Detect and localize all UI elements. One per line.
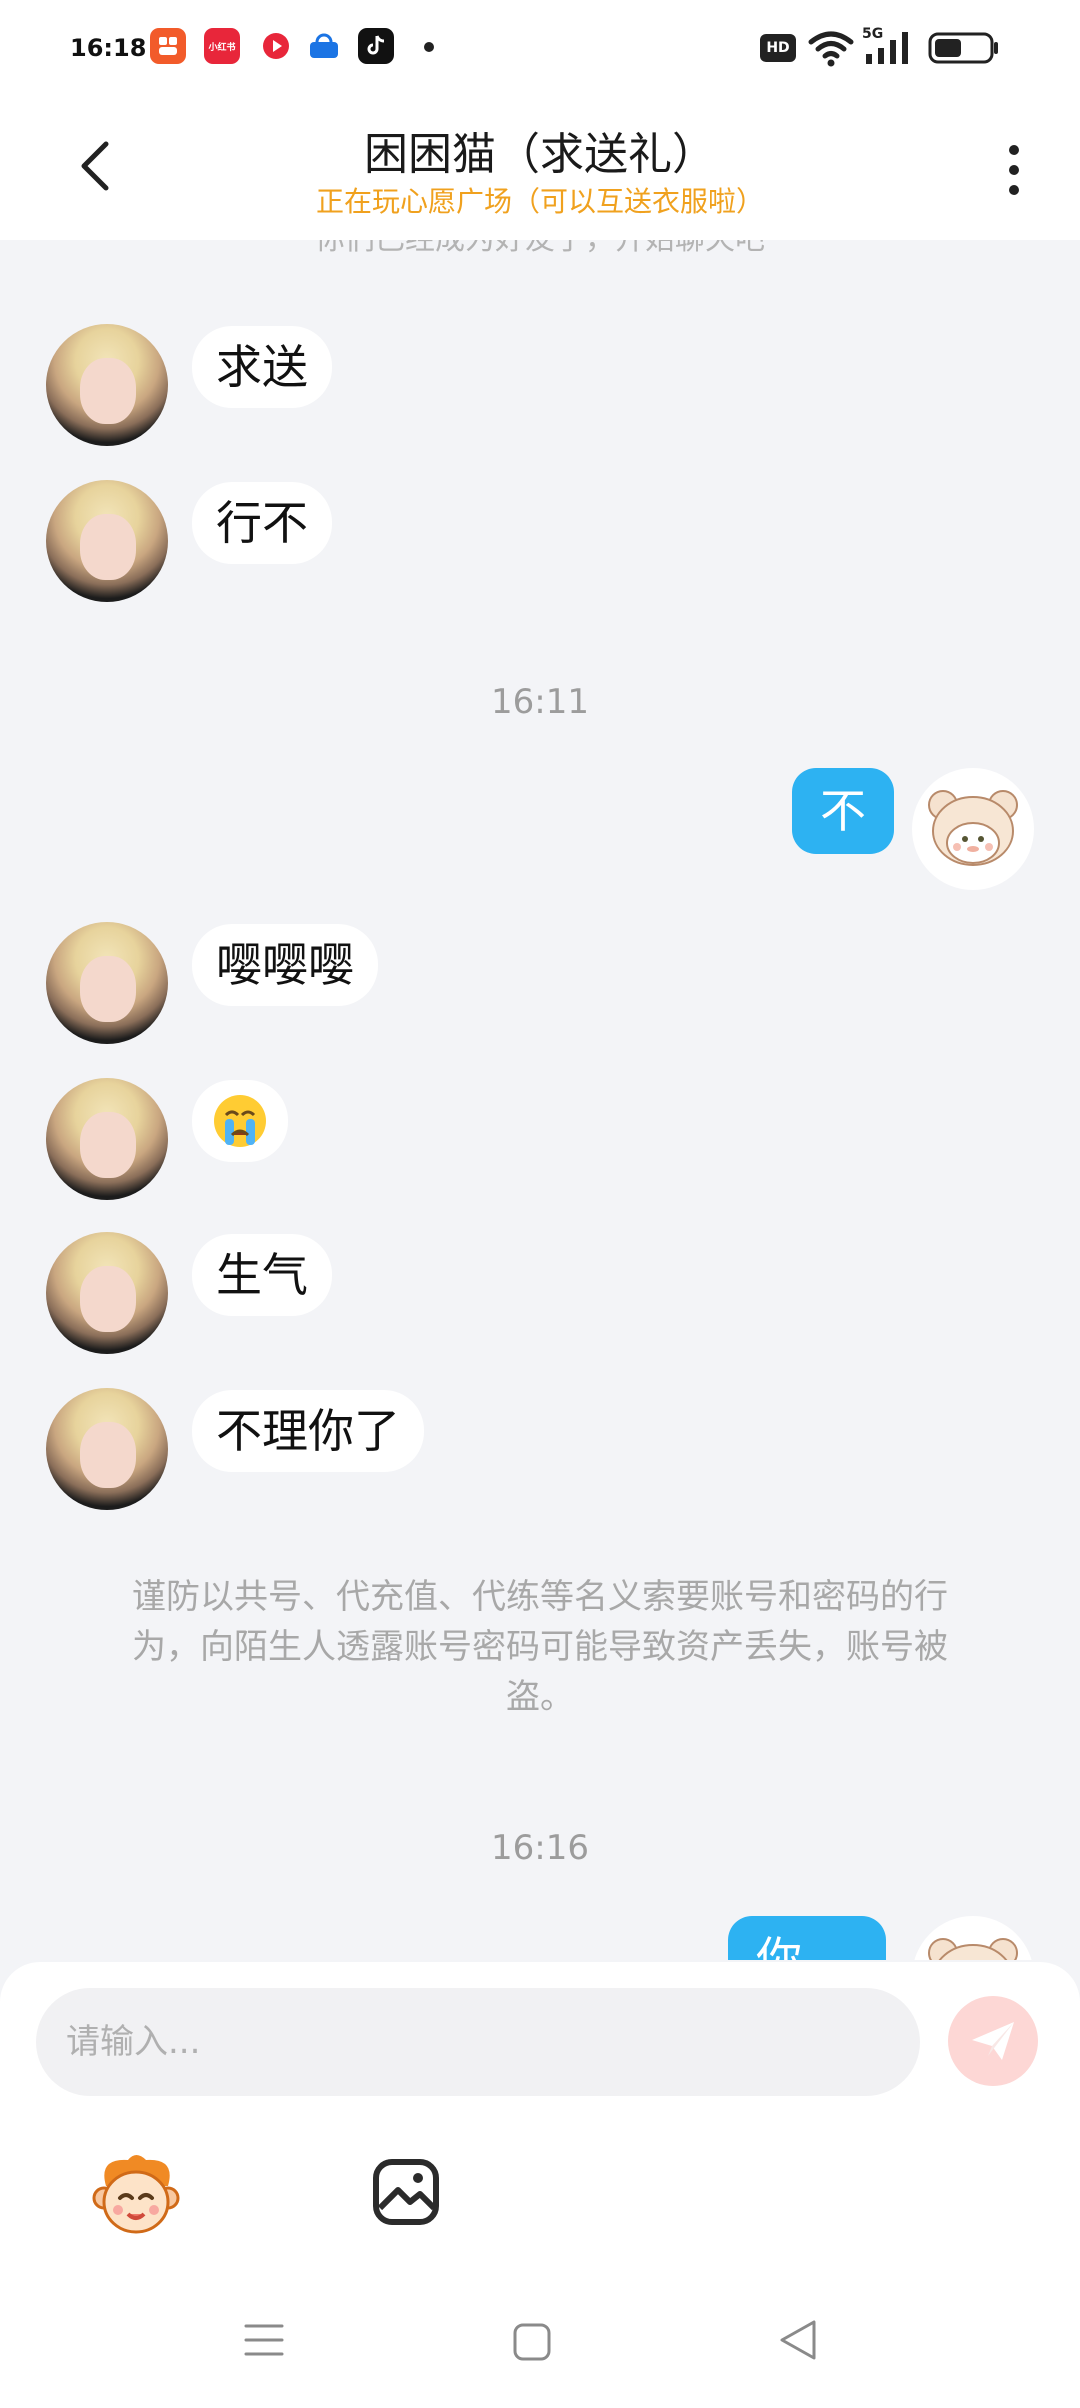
message-bubble-incoming[interactable]: 不理你了 <box>192 1390 424 1472</box>
kuaishou-app-icon <box>150 28 186 64</box>
contact-avatar[interactable] <box>46 1388 168 1510</box>
contact-avatar[interactable] <box>46 1232 168 1354</box>
image-icon <box>373 2159 439 2225</box>
more-options-icon[interactable] <box>996 140 1032 200</box>
xiaohongshu-label: 小红书 <box>208 42 236 53</box>
notification-dot <box>424 42 434 52</box>
nav-home-icon[interactable] <box>512 2322 552 2362</box>
paper-plane-icon <box>972 2022 1014 2060</box>
image-picker-button[interactable] <box>370 2156 442 2228</box>
chat-subtitle[interactable]: 正在玩心愿广场（可以互送衣服啦） <box>0 180 1080 220</box>
piglet-avatar-icon <box>928 1938 1018 1960</box>
nav-menu-icon[interactable] <box>244 2320 284 2360</box>
chat-header: 困困猫（求送礼） 正在玩心愿广场（可以互送衣服啦） <box>0 96 1080 240</box>
battery-icon <box>928 32 998 64</box>
chat-title: 困困猫（求送礼） <box>364 129 716 180</box>
contact-avatar[interactable] <box>46 1078 168 1200</box>
my-avatar[interactable] <box>912 1916 1034 1960</box>
message-list[interactable]: 你们已经成为好友了，开始聊天吧 求送 行不 16:11 不 <box>0 240 1080 1960</box>
message-bubble-incoming[interactable]: 生气 <box>192 1234 332 1316</box>
message-input[interactable] <box>36 1988 920 2096</box>
send-button[interactable] <box>948 1996 1038 2086</box>
piglet-avatar-icon <box>928 790 1018 866</box>
taobao-app-icon <box>306 28 342 64</box>
tiktok-app-icon <box>358 28 394 64</box>
contact-avatar[interactable] <box>46 922 168 1044</box>
friend-added-notice: 你们已经成为好友了，开始聊天吧 <box>0 240 1080 258</box>
message-bubble-incoming[interactable]: 嘤嘤嘤 <box>192 924 378 1006</box>
nav-back-icon[interactable] <box>778 2318 818 2362</box>
wifi-icon <box>808 31 854 67</box>
message-timestamp: 16:16 <box>491 1828 589 1868</box>
message-bubble-outgoing[interactable]: 你 <box>728 1916 886 1960</box>
contact-avatar[interactable] <box>46 480 168 602</box>
contact-avatar[interactable] <box>46 324 168 446</box>
hd-badge: HD <box>760 34 796 62</box>
sticker-button[interactable] <box>88 2146 184 2242</box>
signal-icon: 5G <box>862 26 918 66</box>
message-timestamp: 16:11 <box>491 682 589 722</box>
monkey-sticker-icon <box>92 2155 180 2234</box>
status-bar: 16:18 小红书 HD 5G <box>0 0 1080 96</box>
message-bubble-incoming[interactable]: 行不 <box>192 482 332 564</box>
status-time: 16:18 <box>70 34 147 62</box>
chat-screen: 16:18 小红书 HD 5G 困困猫（求送礼） 正在玩心愿广场（可以互送衣服啦… <box>0 0 1080 2408</box>
video-app-icon <box>258 28 294 64</box>
crying-face-emoji-icon <box>214 1095 266 1147</box>
message-bubble-incoming[interactable]: 求送 <box>192 326 332 408</box>
security-warning: 谨防以共号、代充值、代练等名义索要账号和密码的行为，向陌生人透露账号密码可能导致… <box>132 1577 948 1717</box>
xiaohongshu-app-icon: 小红书 <box>204 28 240 64</box>
message-bubble-outgoing[interactable]: 不 <box>792 768 894 854</box>
my-avatar[interactable] <box>912 768 1034 890</box>
message-bubble-incoming[interactable] <box>192 1080 288 1162</box>
